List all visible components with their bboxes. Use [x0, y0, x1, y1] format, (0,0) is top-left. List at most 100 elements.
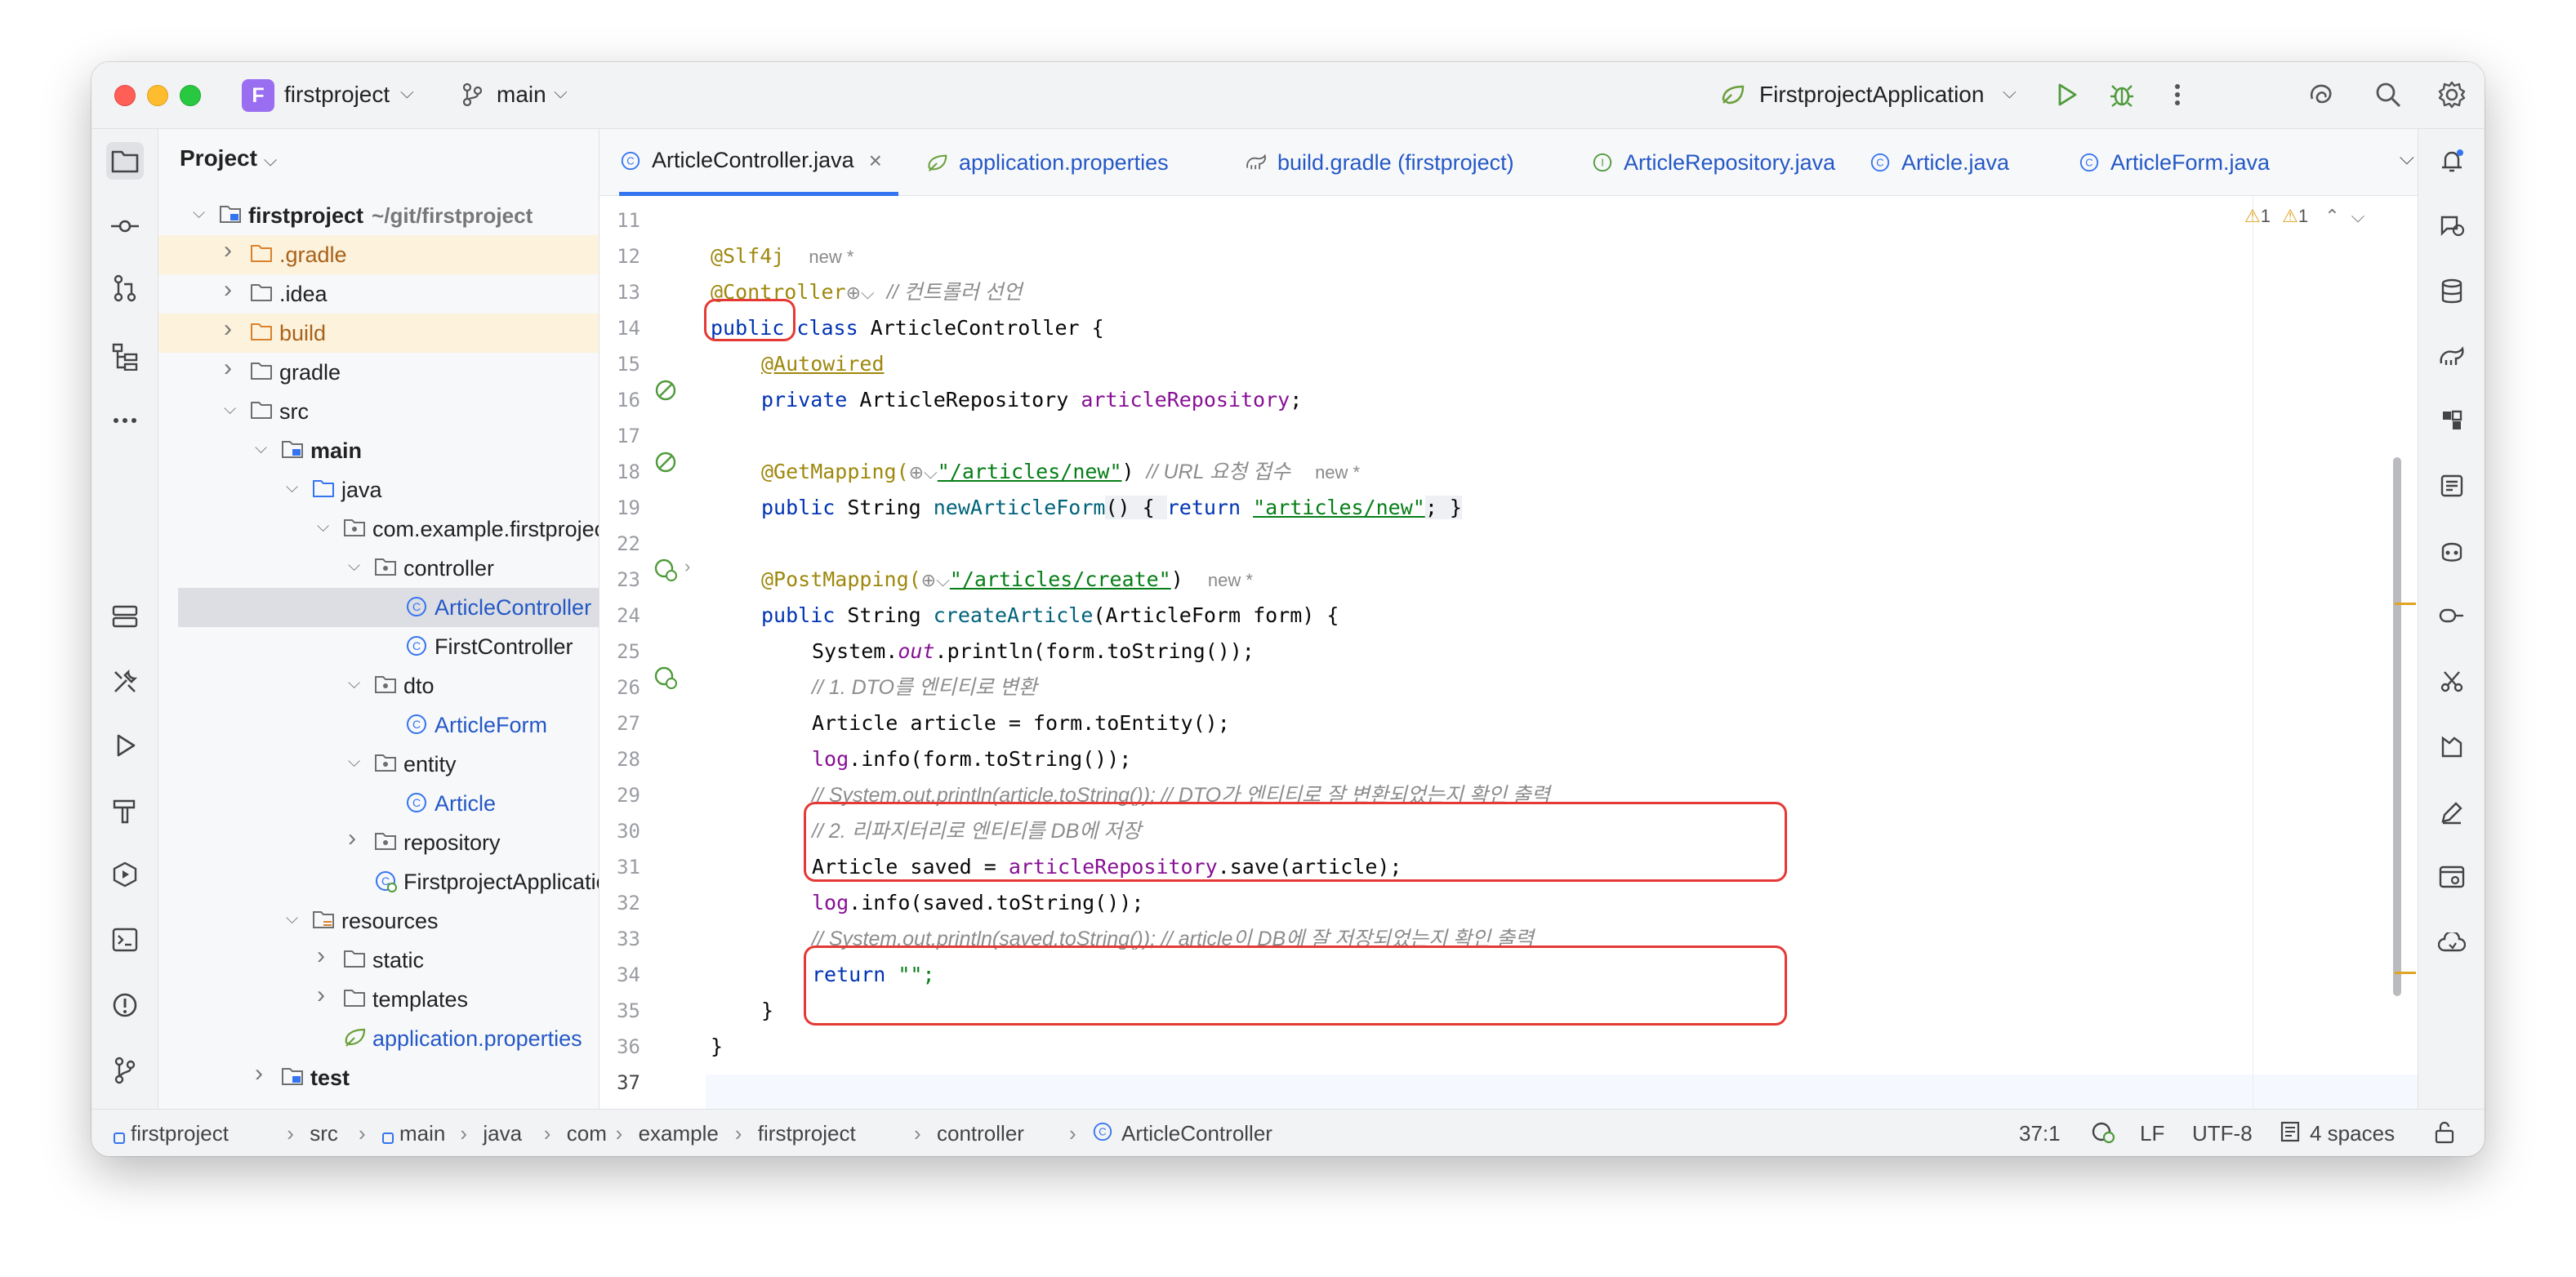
- vertical-scrollbar[interactable]: [2393, 457, 2401, 996]
- breadcrumb-item[interactable]: firstproject: [758, 1121, 856, 1146]
- breadcrumb-item[interactable]: src: [310, 1121, 338, 1146]
- expand-chevron-down-icon[interactable]: ⌵: [286, 910, 298, 928]
- line-number[interactable]: 29: [599, 784, 640, 807]
- line-number[interactable]: 36: [599, 1035, 640, 1058]
- terminal-icon[interactable]: [106, 921, 144, 959]
- pull-requests-icon[interactable]: [106, 269, 144, 307]
- ai-chat-icon[interactable]: [2433, 207, 2471, 245]
- tree-item[interactable]: › test: [158, 1058, 599, 1097]
- code-area[interactable]: @Slf4j new * @Controller⊕⌵ // 컨트롤러 선언 pu…: [704, 196, 2418, 1109]
- run-icon[interactable]: [2050, 78, 2083, 111]
- tree-item[interactable]: ⌵ com.example.firstproject: [158, 509, 599, 549]
- breadcrumb-item[interactable]: com: [567, 1121, 607, 1146]
- line-number[interactable]: 15: [599, 353, 640, 376]
- more-tools-icon[interactable]: [106, 402, 144, 439]
- file-encoding[interactable]: UTF-8: [2192, 1121, 2253, 1146]
- expand-chevron-down-icon[interactable]: ⌵: [193, 204, 205, 223]
- close-tab-icon[interactable]: ×: [869, 148, 882, 174]
- breadcrumb-item[interactable]: controller: [937, 1121, 1024, 1146]
- line-number[interactable]: 35: [599, 999, 640, 1022]
- breadcrumb-item[interactable]: ArticleController: [1121, 1121, 1272, 1146]
- bean-icon[interactable]: [653, 378, 678, 403]
- line-number[interactable]: 23: [599, 568, 640, 591]
- git-icon[interactable]: [106, 1052, 144, 1089]
- line-number[interactable]: 30: [599, 820, 640, 843]
- project-tool-icon[interactable]: [106, 142, 144, 180]
- tree-item[interactable]: ⌵ dto: [158, 666, 599, 705]
- line-number[interactable]: 37: [599, 1071, 640, 1094]
- line-number[interactable]: 11: [599, 209, 640, 232]
- build-tool-icon[interactable]: [106, 663, 144, 701]
- expand-chevron-right-icon[interactable]: ›: [348, 825, 356, 852]
- expand-chevron-right-icon[interactable]: ›: [224, 237, 232, 265]
- project-panel-title[interactable]: Project ⌵: [180, 145, 277, 171]
- line-number[interactable]: 14: [599, 317, 640, 340]
- tree-item[interactable]: C ArticleController: [178, 588, 599, 627]
- editor-tab[interactable]: C ArticleController.java ×: [619, 129, 898, 196]
- line-number[interactable]: 18: [599, 461, 640, 483]
- tree-item[interactable]: › build: [158, 314, 599, 353]
- gradle-tool-icon[interactable]: [2433, 338, 2471, 376]
- line-number[interactable]: 24: [599, 604, 640, 627]
- line-number[interactable]: 33: [599, 928, 640, 950]
- expand-chevron-down-icon[interactable]: ⌵: [348, 674, 360, 693]
- request-mapping-icon[interactable]: [653, 558, 678, 582]
- run-tool-icon[interactable]: [106, 727, 144, 764]
- line-number[interactable]: 28: [599, 748, 640, 771]
- editor-tab[interactable]: application.properties: [926, 129, 1169, 196]
- warning-stripe-mark[interactable]: [2395, 603, 2416, 605]
- expand-chevron-right-icon[interactable]: ›: [317, 981, 325, 1009]
- line-number[interactable]: 19: [599, 496, 640, 519]
- more-actions-icon[interactable]: [2161, 78, 2194, 111]
- fold-chevron-icon[interactable]: ›: [684, 556, 690, 577]
- expand-chevron-right-icon[interactable]: ›: [224, 276, 232, 304]
- copilot-icon[interactable]: [2433, 532, 2471, 570]
- scissors-icon[interactable]: [2433, 663, 2471, 701]
- expand-chevron-right-icon[interactable]: ›: [255, 1060, 263, 1088]
- settings-gear-icon[interactable]: [2436, 78, 2468, 111]
- warning-stripe-mark[interactable]: [2395, 972, 2416, 974]
- tree-item[interactable]: › gradle: [158, 353, 599, 392]
- preview-icon[interactable]: [2433, 859, 2471, 897]
- editor-tab[interactable]: I ArticleRepository.java: [1591, 129, 1835, 196]
- tabs-overflow-chevron-icon[interactable]: ⌵: [2400, 147, 2414, 170]
- tree-item[interactable]: ⌵ controller: [158, 549, 599, 588]
- expand-chevron-down-icon[interactable]: ⌵: [286, 478, 298, 497]
- tree-item[interactable]: application.properties: [158, 1019, 599, 1058]
- readonly-lock-icon[interactable]: [2434, 1121, 2455, 1150]
- tree-item[interactable]: ⌵ main: [158, 431, 599, 470]
- tree-item[interactable]: ⌵ resources: [158, 901, 599, 941]
- line-number[interactable]: 22: [599, 532, 640, 555]
- zoom-window-button[interactable]: [180, 85, 201, 106]
- ai-assistant-icon[interactable]: [2305, 78, 2338, 111]
- breadcrumb-item[interactable]: example: [639, 1121, 719, 1146]
- line-number[interactable]: 34: [599, 963, 640, 986]
- commit-tool-icon[interactable]: [106, 207, 144, 245]
- debug-icon[interactable]: [2106, 78, 2138, 111]
- notifications-bell-icon[interactable]: [2433, 142, 2471, 180]
- expand-chevron-right-icon[interactable]: ›: [317, 942, 325, 970]
- expand-chevron-down-icon[interactable]: ⌵: [348, 753, 360, 772]
- breadcrumb-item[interactable]: main: [399, 1121, 445, 1146]
- problems-icon[interactable]: [106, 986, 144, 1024]
- inspection-widget[interactable]: ⚠1 ⚠1 ⌃ ⌵: [2244, 206, 2364, 227]
- caret-position[interactable]: 37:1: [2019, 1121, 2061, 1146]
- close-window-button[interactable]: [114, 85, 136, 106]
- autowired-bean-icon[interactable]: [653, 450, 678, 474]
- breadcrumb-item[interactable]: java: [483, 1121, 522, 1146]
- expand-chevron-down-icon[interactable]: ⌵: [255, 439, 267, 458]
- chevron-down-icon[interactable]: ⌵: [2003, 82, 2017, 103]
- expand-chevron-right-icon[interactable]: ›: [224, 315, 232, 343]
- chevron-down-icon[interactable]: ⌵: [554, 82, 568, 103]
- editor-tab[interactable]: build.gradle (firstproject): [1245, 129, 1514, 196]
- tree-item[interactable]: ⌵ entity: [158, 745, 599, 784]
- indent-setting[interactable]: 4 spaces: [2310, 1121, 2395, 1146]
- tree-item[interactable]: C Article: [158, 784, 599, 823]
- line-number[interactable]: 32: [599, 892, 640, 914]
- branch-switcher[interactable]: main: [497, 82, 546, 108]
- line-number[interactable]: 26: [599, 676, 640, 699]
- expand-chevron-down-icon[interactable]: ⌵: [348, 557, 360, 576]
- tree-item[interactable]: C FirstController: [158, 627, 599, 666]
- expand-chevron-down-icon[interactable]: ⌵: [224, 400, 236, 419]
- structure-tool-icon[interactable]: [106, 338, 144, 376]
